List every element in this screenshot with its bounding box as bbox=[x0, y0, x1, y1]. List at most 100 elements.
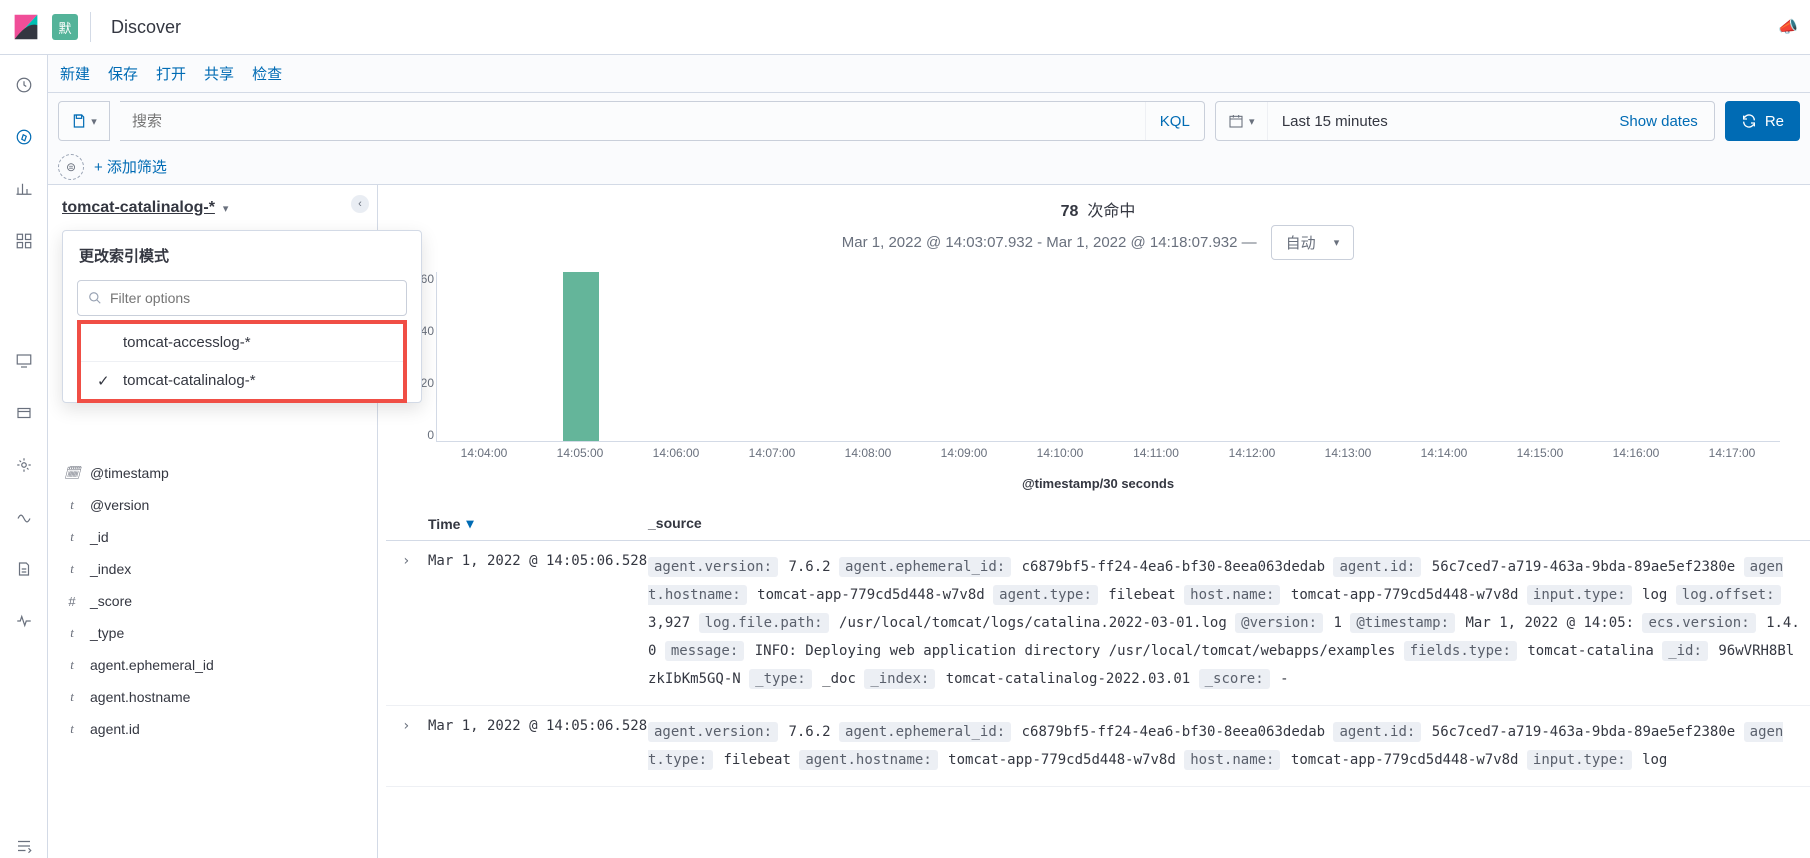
field-item[interactable]: t_id bbox=[48, 521, 377, 553]
action-new[interactable]: 新建 bbox=[60, 63, 90, 84]
nav-ml-icon[interactable] bbox=[12, 453, 36, 477]
chevron-down-icon: ▾ bbox=[223, 202, 229, 215]
index-pattern-option[interactable]: tomcat-accesslog-* bbox=[81, 324, 403, 361]
field-type-icon: t bbox=[64, 561, 80, 577]
table-row: ›Mar 1, 2022 @ 14:05:06.528agent.version… bbox=[386, 541, 1810, 706]
kv-key: @timestamp: bbox=[1350, 613, 1455, 633]
field-item[interactable]: t@version bbox=[48, 489, 377, 521]
nav-apm-icon[interactable] bbox=[12, 609, 36, 633]
interval-label: 自动 bbox=[1286, 232, 1316, 253]
action-save[interactable]: 保存 bbox=[108, 63, 138, 84]
filter-options-icon[interactable]: ⊜ bbox=[58, 154, 84, 180]
field-item[interactable]: t_index bbox=[48, 553, 377, 585]
field-name: agent.hostname bbox=[90, 689, 190, 705]
field-name: _score bbox=[90, 593, 132, 609]
kv-key: agent.type: bbox=[993, 585, 1098, 605]
field-item[interactable]: #_score bbox=[48, 585, 377, 617]
nav-maps-icon[interactable] bbox=[12, 401, 36, 425]
kv-key: message: bbox=[665, 641, 744, 661]
field-item[interactable]: t_type bbox=[48, 617, 377, 649]
saved-queries-button[interactable]: ▾ bbox=[58, 101, 110, 141]
kv-value: tomcat-catalina bbox=[1519, 643, 1662, 659]
interval-select[interactable]: 自动 ▾ bbox=[1271, 225, 1355, 260]
y-tick: 40 bbox=[421, 324, 434, 338]
refresh-button[interactable]: Re bbox=[1725, 101, 1800, 141]
collapse-sidebar-icon[interactable]: ‹ bbox=[351, 195, 369, 213]
plot-area bbox=[436, 272, 1780, 442]
app-icon[interactable]: 默 bbox=[52, 14, 78, 40]
y-tick: 60 bbox=[421, 272, 434, 286]
nav-visualize-icon[interactable] bbox=[12, 177, 36, 201]
search-icon bbox=[88, 291, 102, 305]
field-item[interactable]: tagent.hostname bbox=[48, 681, 377, 713]
kv-value: c6879bf5-ff24-4ea6-bf30-8eea063dedab bbox=[1013, 559, 1333, 575]
field-item[interactable]: tagent.id bbox=[48, 713, 377, 745]
nav-metrics-icon[interactable] bbox=[12, 505, 36, 529]
col-header-time[interactable]: Time ▾ bbox=[428, 515, 648, 532]
index-pattern-option[interactable]: tomcat-catalinalog-* bbox=[81, 361, 403, 399]
kv-key: agent.version: bbox=[648, 557, 778, 577]
divider bbox=[90, 12, 91, 42]
kv-value: 56c7ced7-a719-463a-9bda-89ae5ef2380e bbox=[1423, 559, 1743, 575]
top-bar: 默 Discover 📣 bbox=[0, 0, 1810, 55]
kv-value: - bbox=[1272, 671, 1289, 687]
field-type-icon: t bbox=[64, 721, 80, 737]
x-tick: 14:14:00 bbox=[1396, 446, 1492, 472]
row-time: Mar 1, 2022 @ 14:05:06.528 bbox=[428, 718, 648, 774]
kv-value: Mar 1, 2022 @ 14:05: bbox=[1457, 615, 1642, 631]
search-input[interactable] bbox=[120, 102, 1145, 140]
x-tick: 14:06:00 bbox=[628, 446, 724, 472]
nav-recent-icon[interactable] bbox=[12, 73, 36, 97]
expand-row-icon[interactable]: › bbox=[402, 553, 428, 693]
popover-filter-input[interactable] bbox=[110, 290, 396, 306]
time-label[interactable]: Last 15 minutes bbox=[1268, 102, 1604, 140]
action-share[interactable]: 共享 bbox=[204, 63, 234, 84]
index-pattern-name: tomcat-catalinalog-* bbox=[62, 199, 215, 217]
kv-value: tomcat-app-779cd5d448-w7v8d bbox=[1282, 587, 1526, 603]
y-tick: 20 bbox=[421, 376, 434, 390]
add-filter-button[interactable]: + 添加筛选 bbox=[94, 156, 167, 177]
filter-bar: ⊜ + 添加筛选 bbox=[48, 149, 1810, 185]
calendar-icon bbox=[1228, 113, 1244, 129]
popover-filter bbox=[77, 280, 407, 316]
action-open[interactable]: 打开 bbox=[156, 63, 186, 84]
histogram-bar[interactable] bbox=[563, 272, 599, 441]
kql-toggle[interactable]: KQL bbox=[1145, 102, 1204, 140]
field-type-icon: t bbox=[64, 497, 80, 513]
field-name: agent.ephemeral_id bbox=[90, 657, 214, 673]
calendar-button[interactable]: ▾ bbox=[1216, 102, 1268, 140]
kv-key: agent.ephemeral_id: bbox=[839, 722, 1011, 742]
time-range-line: Mar 1, 2022 @ 14:03:07.932 - Mar 1, 2022… bbox=[386, 225, 1810, 260]
x-tick: 14:13:00 bbox=[1300, 446, 1396, 472]
field-type-icon: t bbox=[64, 657, 80, 673]
kv-key: _type: bbox=[749, 669, 812, 689]
nav-discover-icon[interactable] bbox=[12, 125, 36, 149]
show-dates-button[interactable]: Show dates bbox=[1603, 102, 1713, 140]
kv-key: input.type: bbox=[1527, 750, 1632, 770]
kv-key: _index: bbox=[864, 669, 935, 689]
field-item[interactable]: 🗓@timestamp bbox=[48, 457, 377, 489]
kibana-logo[interactable] bbox=[12, 13, 40, 41]
kv-value: log bbox=[1634, 752, 1668, 768]
kv-value: log bbox=[1634, 587, 1676, 603]
kv-key: agent.version: bbox=[648, 722, 778, 742]
refresh-label: Re bbox=[1765, 113, 1784, 130]
field-type-icon: 🗓 bbox=[64, 465, 80, 481]
nav-logs-icon[interactable] bbox=[12, 557, 36, 581]
kv-key: agent.id: bbox=[1333, 557, 1421, 577]
field-item[interactable]: t agent.ephemeral_id bbox=[48, 649, 377, 681]
kv-value: tomcat-app-779cd5d448-w7v8d bbox=[940, 752, 1184, 768]
expand-row-icon[interactable]: › bbox=[402, 718, 428, 774]
kv-value: c6879bf5-ff24-4ea6-bf30-8eea063dedab bbox=[1013, 724, 1333, 740]
histogram-chart[interactable]: 6040200 14:04:0014:05:0014:06:0014:07:00… bbox=[436, 272, 1780, 472]
action-bar: 新建 保存 打开 共享 检查 bbox=[48, 55, 1810, 93]
x-tick: 14:15:00 bbox=[1492, 446, 1588, 472]
nav-collapse-icon[interactable] bbox=[12, 834, 36, 858]
index-pattern-selector[interactable]: tomcat-catalinalog-* ▾ bbox=[48, 195, 377, 227]
action-inspect[interactable]: 检查 bbox=[252, 63, 282, 84]
col-header-source[interactable]: _source bbox=[648, 515, 1810, 532]
nav-canvas-icon[interactable] bbox=[12, 349, 36, 373]
newsfeed-icon[interactable]: 📣 bbox=[1778, 17, 1798, 37]
kv-key: @version: bbox=[1235, 613, 1323, 633]
nav-dashboard-icon[interactable] bbox=[12, 229, 36, 253]
